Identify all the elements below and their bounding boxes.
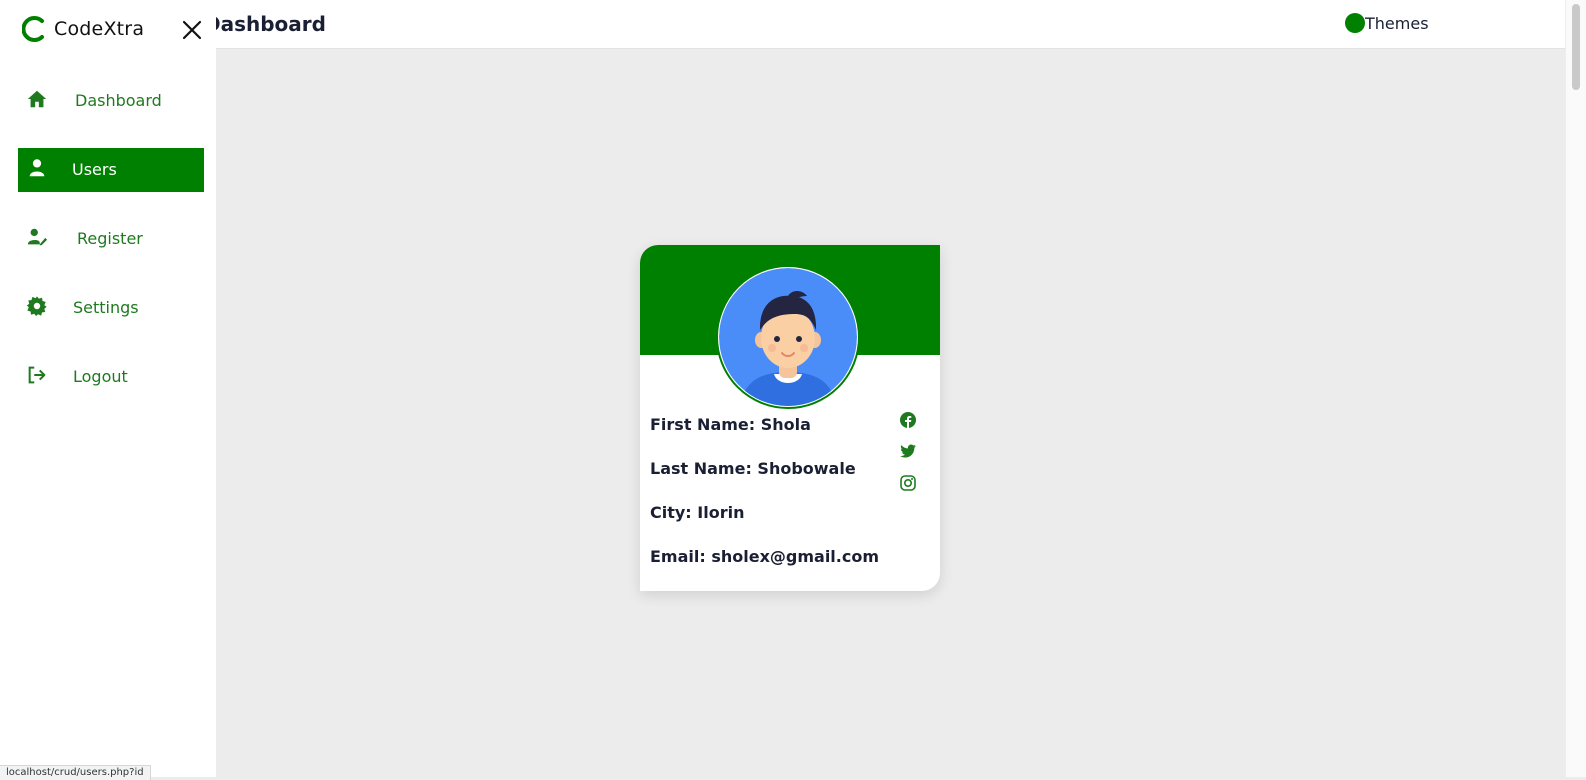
instagram-icon[interactable]	[900, 475, 916, 491]
theme-dot-icon[interactable]	[1345, 13, 1365, 33]
gear-icon	[26, 296, 47, 317]
first-name: First Name: Shola	[650, 415, 811, 434]
status-bar-url: localhost/crud/users.php?id	[0, 765, 151, 780]
user-icon	[29, 159, 45, 177]
user-edit-icon	[27, 228, 48, 246]
logout-icon	[28, 366, 46, 384]
email: Email: sholex@gmail.com	[650, 547, 880, 566]
city: City: Ilorin	[650, 503, 745, 522]
sidebar-item-settings[interactable]: Settings	[18, 286, 204, 330]
sidebar-item-register[interactable]: Register	[18, 217, 204, 261]
sidebar-item-label: Logout	[73, 367, 128, 386]
twitter-icon[interactable]	[900, 443, 916, 459]
facebook-icon[interactable]	[900, 412, 916, 428]
scrollbar-thumb[interactable]	[1572, 4, 1580, 90]
sidebar-item-logout[interactable]: Logout	[18, 355, 204, 399]
close-icon[interactable]	[180, 18, 204, 42]
brand[interactable]: CodeXtra	[22, 15, 144, 43]
last-name: Last Name: Shobowale	[650, 459, 856, 478]
top-header: Dashboard Themes	[0, 0, 1566, 49]
theme-toggle[interactable]: Themes	[1345, 13, 1429, 33]
sidebar-item-users[interactable]: Users	[18, 148, 204, 192]
brand-name: CodeXtra	[54, 18, 145, 40]
scrollbar[interactable]	[1565, 0, 1586, 777]
home-icon	[27, 90, 47, 108]
sidebar-item-label: Settings	[73, 298, 139, 317]
page-title: Dashboard	[216, 12, 326, 36]
avatar-image	[719, 268, 857, 406]
sidebar-item-label: Register	[77, 229, 143, 248]
sidebar-item-label: Dashboard	[75, 91, 162, 110]
brand-logo-icon	[22, 16, 44, 42]
profile-card: First Name: Shola Last Name: Shobowale C…	[640, 245, 940, 591]
theme-label[interactable]: Themes	[1365, 14, 1429, 33]
avatar	[719, 268, 857, 406]
sidebar: CodeXtra Dashboard Users Register Settin…	[0, 0, 216, 777]
sidebar-item-label: Users	[72, 160, 117, 179]
sidebar-item-dashboard[interactable]: Dashboard	[18, 79, 204, 123]
